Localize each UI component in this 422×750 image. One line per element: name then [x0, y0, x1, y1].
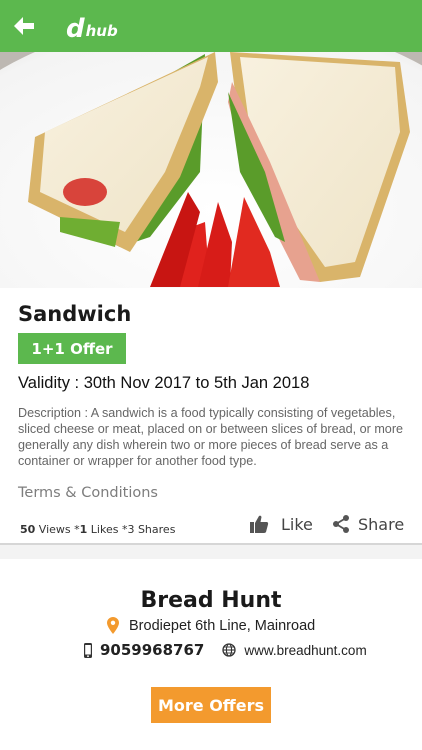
- offer-title: Sandwich: [18, 302, 132, 326]
- store-phone[interactable]: 9059968767: [100, 641, 204, 659]
- like-button[interactable]: Like: [249, 514, 313, 534]
- offer-image: [0, 52, 422, 288]
- offer-badge[interactable]: 1+1 Offer: [18, 333, 126, 364]
- sandwich-photo: [0, 52, 422, 288]
- store-contact-row: 9059968767 www.breadhunt.com: [84, 641, 367, 659]
- like-label: Like: [281, 514, 313, 534]
- store-address: Brodiepet 6th Line, Mainroad: [129, 617, 316, 634]
- section-gap: [0, 545, 422, 559]
- store-address-row: Brodiepet 6th Line, Mainroad: [107, 617, 315, 634]
- dhub-logo: d hub: [66, 10, 118, 42]
- likes-shares-label: Likes *3 Shares: [87, 523, 176, 536]
- validity-text: Validity : 30th Nov 2017 to 5th Jan 2018: [18, 374, 310, 392]
- share-label: Share: [358, 514, 405, 534]
- globe-icon: [222, 643, 237, 657]
- logo-d: d: [66, 14, 85, 44]
- location-pin-icon: [107, 617, 119, 634]
- terms-and-conditions-link[interactable]: Terms & Conditions: [18, 485, 158, 501]
- views-label: Views *: [35, 523, 80, 536]
- engagement-stats: 50 Views *1 Likes *3 Shares: [20, 523, 175, 536]
- logo-hub: hub: [85, 22, 118, 40]
- arrow-left-icon: [14, 17, 34, 35]
- store-name: Bread Hunt: [140, 588, 282, 613]
- share-button[interactable]: Share: [332, 514, 404, 534]
- more-offers-button[interactable]: More Offers: [151, 687, 271, 723]
- store-website[interactable]: www.breadhunt.com: [244, 643, 366, 658]
- back-button[interactable]: [12, 14, 38, 38]
- share-icon: [333, 515, 349, 533]
- offer-description: Description : A sandwich is a food typic…: [18, 406, 404, 468]
- views-count: 50: [20, 523, 36, 536]
- app-header: d hub: [0, 0, 422, 52]
- thumbs-up-icon: [250, 515, 269, 533]
- mobile-phone-icon: [84, 642, 92, 658]
